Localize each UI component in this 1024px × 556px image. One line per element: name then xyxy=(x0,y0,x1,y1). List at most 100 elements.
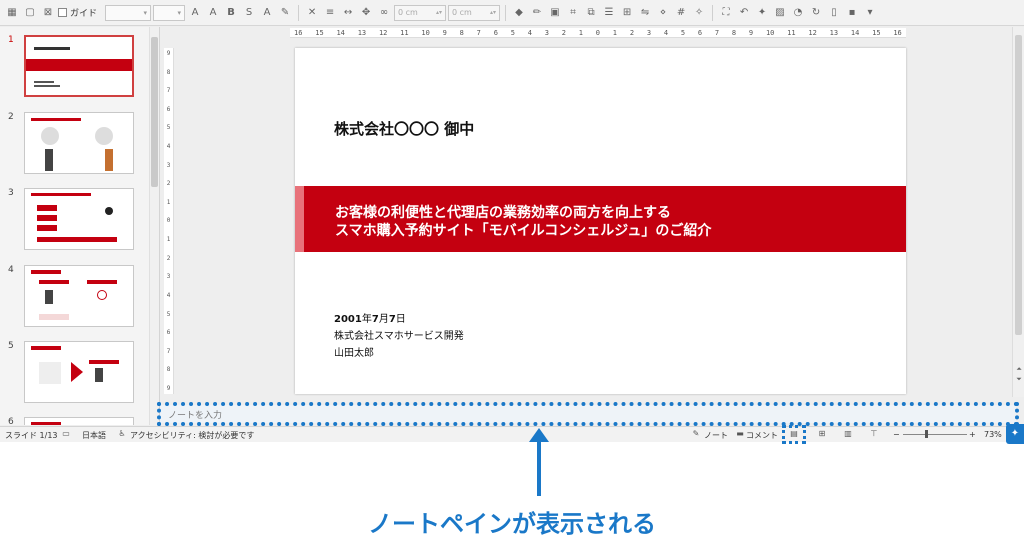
guide-checkbox-box[interactable] xyxy=(58,8,67,17)
select-icon[interactable]: ⛶ xyxy=(718,5,734,21)
chart-icon[interactable]: ◔ xyxy=(790,5,806,21)
link-icon[interactable]: ∞ xyxy=(376,5,392,21)
editor-vertical-scrollbar[interactable]: ⏶ ⏷ xyxy=(1012,27,1024,397)
ruler-tick-label: 15 xyxy=(315,28,324,37)
ruler-tick-label: 8 xyxy=(166,68,171,76)
save-icon[interactable]: ▪ xyxy=(844,5,860,21)
comment-icon[interactable]: ▬ xyxy=(734,429,746,439)
date-year: 2001 xyxy=(334,314,362,325)
position-icon[interactable]: ✥ xyxy=(358,5,374,21)
points-icon[interactable]: ⋄ xyxy=(655,5,671,21)
preview-title-line xyxy=(31,118,81,121)
accessibility-status[interactable]: アクセシビリティ: 検討が必要です xyxy=(130,430,254,441)
notes-icon[interactable]: ✎ xyxy=(690,429,702,439)
ruler-tick-label: 8 xyxy=(731,28,737,37)
slide-date[interactable]: 2001年7月7日 xyxy=(334,310,406,325)
highlight-icon[interactable]: ✎ xyxy=(277,5,293,21)
next-slide-icon[interactable]: ⏷ xyxy=(1014,375,1024,384)
accessibility-icon[interactable]: ♿ xyxy=(116,429,128,439)
presentation-icon[interactable]: ⊤ xyxy=(868,429,880,439)
grow-font-icon[interactable]: A xyxy=(187,5,203,21)
font-size-combo[interactable]: ▾ xyxy=(153,4,186,21)
horizontal-ruler[interactable]: 16 15 14 13 12 11 10 9 8 7 6 5 4 3 2 1 0 1 2 3 4 5 6 7 8 9 10 11 12 1… xyxy=(290,28,906,38)
previous-slide-icon[interactable]: ⏶ xyxy=(1014,365,1024,374)
impress-window: ▦ ▢ ⊠ ガイド ▾ ▾ A A B S A ✎ ✕ ≡ ↔ ✥ ∞ 0 cm… xyxy=(0,0,1024,444)
position-y-field[interactable]: 0 cm ▴▾ xyxy=(448,4,501,21)
preview-text-line xyxy=(34,85,60,87)
snap-to-grid-icon[interactable]: ▢ xyxy=(22,5,38,21)
helplines-icon[interactable]: ⊠ xyxy=(40,5,56,21)
scrollbar-thumb[interactable] xyxy=(151,37,158,187)
display-grid-icon[interactable]: ▦ xyxy=(4,5,20,21)
slide-number: 1 xyxy=(8,35,14,45)
glue-icon[interactable]: # xyxy=(673,5,689,21)
crop-icon[interactable]: ⌗ xyxy=(565,5,581,21)
align-objects-icon[interactable]: ☰ xyxy=(601,5,617,21)
flip-icon[interactable]: ⇋ xyxy=(637,5,653,21)
zoom-percentage[interactable]: 73% xyxy=(984,430,1002,439)
document-modified-icon[interactable]: ▭ xyxy=(60,429,72,439)
slide-number: 2 xyxy=(8,112,14,122)
notes-pane-highlight xyxy=(157,402,1019,426)
slide-preview[interactable] xyxy=(24,35,134,97)
slide-presenter-name[interactable]: 山田太郎 xyxy=(334,344,374,359)
document-icon[interactable]: ▯ xyxy=(826,5,842,21)
animation-icon[interactable]: ✧ xyxy=(691,5,707,21)
zoom-out-button[interactable]: − xyxy=(893,430,900,439)
slide-preview[interactable] xyxy=(24,188,134,250)
slide-preview[interactable] xyxy=(24,417,134,425)
slide-client-name[interactable]: 株式会社〇〇〇 御中 xyxy=(334,118,474,139)
arrange-icon[interactable]: ⧉ xyxy=(583,5,599,21)
notes-button[interactable]: ノート xyxy=(704,430,728,441)
preview-person xyxy=(45,290,53,304)
ruler-tick-label: 7 xyxy=(166,87,171,95)
shadow-button[interactable]: S xyxy=(241,5,257,21)
ruler-tick-label: 12 xyxy=(808,28,817,37)
more-options-icon[interactable]: ▾ xyxy=(862,5,878,21)
align-icon[interactable]: ≡ xyxy=(322,5,338,21)
font-color-icon[interactable]: A xyxy=(259,5,275,21)
slide-title-line-2[interactable]: スマホ購入予約サイト「モバイルコンシェルジュ」のご紹介 xyxy=(335,220,711,240)
bold-button[interactable]: B xyxy=(223,5,239,21)
slide-preview[interactable] xyxy=(24,341,134,403)
clear-format-icon[interactable]: ✕ xyxy=(304,5,320,21)
preview-red-band xyxy=(26,59,132,71)
ruler-tick-label: 3 xyxy=(166,161,171,169)
shadow-icon[interactable]: ▣ xyxy=(547,5,563,21)
gallery-icon[interactable]: ✦ xyxy=(754,5,770,21)
fill-color-icon[interactable]: ◆ xyxy=(511,5,527,21)
shrink-font-icon[interactable]: A xyxy=(205,5,221,21)
outline-view-icon[interactable]: ▥ xyxy=(842,429,854,439)
date-month-unit: 月 xyxy=(378,314,389,325)
vertical-ruler[interactable]: 9 8 7 6 5 4 3 2 1 0 1 2 3 4 5 6 7 8 9 xyxy=(164,48,174,394)
slide-canvas[interactable]: 株式会社〇〇〇 御中 お客様の利便性と代理店の業務効率の両方を向上する スマホ購… xyxy=(295,48,906,394)
image-icon[interactable]: ▨ xyxy=(772,5,788,21)
scrollbar-thumb[interactable] xyxy=(1015,35,1022,335)
char-spacing-icon[interactable]: ↔ xyxy=(340,5,356,21)
slides-pane-scrollbar[interactable] xyxy=(149,27,159,425)
ruler-tick-label: 13 xyxy=(357,28,367,37)
ruler-tick-label: 15 xyxy=(872,28,881,37)
ruler-tick-label: 9 xyxy=(166,384,171,392)
slide-sorter-icon[interactable]: ⊞ xyxy=(816,429,828,439)
guide-checkbox[interactable]: ガイド xyxy=(58,6,97,19)
zoom-slider-handle[interactable] xyxy=(925,430,928,438)
slide-company-name[interactable]: 株式会社スマホサービス開発 xyxy=(334,327,464,342)
refresh-icon[interactable]: ↻ xyxy=(808,5,824,21)
status-bar: スライド 1/13 ▭ 日本語 ♿ アクセシビリティ: 検討が必要です ✎ ノー… xyxy=(0,426,1024,442)
language-indicator[interactable]: 日本語 xyxy=(82,430,106,441)
group-icon[interactable]: ⊞ xyxy=(619,5,635,21)
slide-preview[interactable] xyxy=(24,112,134,174)
position-x-field[interactable]: 0 cm ▴▾ xyxy=(394,4,447,21)
zoom-slider[interactable] xyxy=(903,434,967,435)
zoom-in-button[interactable]: + xyxy=(969,430,976,439)
font-name-combo[interactable]: ▾ xyxy=(105,4,152,21)
slide-title-line-1[interactable]: お客様の利便性と代理店の業務効率の両方を向上する xyxy=(335,202,671,222)
ruler-tick-label: 3 xyxy=(166,273,171,281)
slide-preview[interactable] xyxy=(24,265,134,327)
slide-title-band[interactable]: お客様の利便性と代理店の業務効率の両方を向上する スマホ購入予約サイト「モバイル… xyxy=(295,186,906,252)
comments-button[interactable]: コメント xyxy=(746,430,778,441)
line-color-icon[interactable]: ✏ xyxy=(529,5,545,21)
undo-icon[interactable]: ↶ xyxy=(736,5,752,21)
ruler-tick-label: 16 xyxy=(294,28,303,37)
